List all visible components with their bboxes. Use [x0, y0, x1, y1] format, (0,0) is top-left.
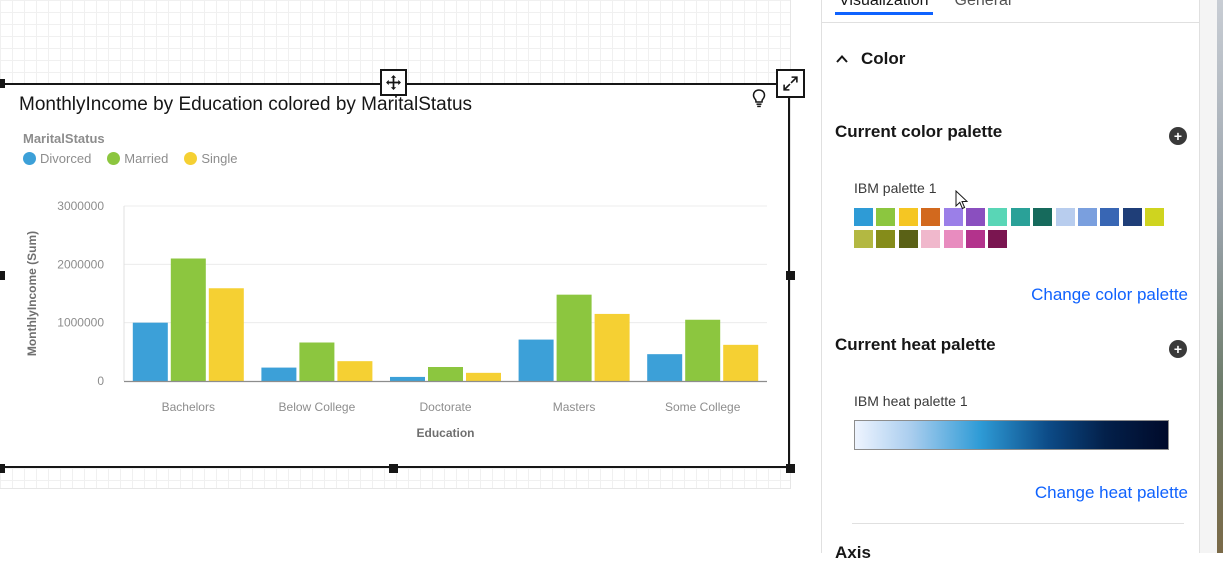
- add-color-palette-button[interactable]: +: [1169, 127, 1187, 145]
- axis-section-header[interactable]: Axis: [835, 543, 871, 563]
- bar-single-masters[interactable]: [594, 313, 630, 381]
- color-section-title: Color: [861, 49, 906, 68]
- legend-swatch-married: [107, 152, 121, 165]
- color-palette-swatches[interactable]: [854, 208, 1174, 248]
- legend-item-divorced[interactable]: Divorced: [23, 151, 91, 166]
- palette-swatch: [921, 230, 941, 248]
- palette-swatch: [1033, 208, 1053, 226]
- palette-swatch: [965, 230, 985, 248]
- legend-label-divorced: Divorced: [40, 151, 92, 166]
- legend-item-single[interactable]: Single: [184, 151, 238, 166]
- bar-single-below-college[interactable]: [337, 361, 373, 381]
- x-axis-title: Education: [416, 426, 474, 440]
- color-palette-name: IBM palette 1: [854, 180, 937, 196]
- legend-swatch-divorced: [23, 152, 36, 165]
- bar-married-bachelors[interactable]: [170, 258, 206, 382]
- insight-bulb-icon[interactable]: [750, 88, 768, 108]
- palette-swatch: [876, 230, 896, 248]
- x-tick-label: Some College: [665, 400, 741, 414]
- change-heat-palette-link[interactable]: Change heat palette: [1035, 483, 1188, 503]
- palette-swatch: [854, 208, 873, 226]
- color-palette-heading: Current color palette: [835, 122, 1003, 141]
- legend-label-married: Married: [124, 151, 169, 166]
- y-tick-label: 2000000: [57, 257, 104, 271]
- bar-single-doctorate[interactable]: [466, 372, 501, 381]
- panel-tabs: Visualization General: [835, 0, 1015, 15]
- legend-swatch-single: [184, 152, 198, 165]
- bar-chart: 0 1000000 2000000 3000000 Bachelors Below Col…: [25, 199, 767, 440]
- bar-married-some-college[interactable]: [685, 319, 721, 381]
- x-tick-label: Below College: [279, 400, 356, 414]
- color-section-header[interactable]: Color: [835, 49, 905, 69]
- bar-single-some-college[interactable]: [723, 344, 759, 381]
- palette-swatch: [1077, 208, 1097, 226]
- y-tick-label: 3000000: [57, 199, 104, 213]
- resize-handle-bottom-right[interactable]: [786, 464, 795, 473]
- tabs-divider: [822, 22, 1200, 23]
- bar-divorced-doctorate[interactable]: [390, 376, 425, 381]
- palette-swatch: [1055, 208, 1075, 226]
- resize-handle-bottom-left[interactable]: [0, 464, 5, 473]
- plus-icon: +: [1173, 128, 1183, 144]
- bar-married-below-college[interactable]: [299, 342, 335, 382]
- x-tick-label: Masters: [553, 400, 596, 414]
- add-heat-palette-button[interactable]: +: [1169, 340, 1187, 358]
- palette-swatch: [965, 208, 985, 226]
- bar-single-bachelors[interactable]: [208, 288, 244, 381]
- expand-icon: [783, 76, 798, 91]
- canvas-below-area: [0, 489, 791, 553]
- palette-swatch: [1122, 208, 1142, 226]
- desktop-background-strip: [1217, 0, 1223, 553]
- x-tick-label: Bachelors: [162, 400, 215, 414]
- palette-swatch: [943, 208, 963, 226]
- bar-divorced-below-college[interactable]: [261, 367, 297, 381]
- bar-divorced-masters[interactable]: [518, 339, 554, 381]
- move-button[interactable]: [380, 69, 407, 96]
- palette-swatch: [1100, 208, 1120, 226]
- y-tick-label: 1000000: [57, 316, 104, 330]
- expand-button[interactable]: [776, 69, 805, 98]
- resize-handle-top-left[interactable]: [0, 79, 5, 88]
- properties-panel: Visualization General Color Current colo…: [821, 0, 1200, 562]
- section-divider: [852, 523, 1184, 524]
- legend-item-married[interactable]: Married: [107, 151, 168, 166]
- resize-handle-bottom-center[interactable]: [389, 464, 398, 473]
- bar-married-masters[interactable]: [556, 294, 592, 381]
- legend-label-single: Single: [201, 151, 238, 166]
- tab-visualization[interactable]: Visualization: [835, 0, 933, 15]
- bar-married-doctorate[interactable]: [428, 367, 463, 381]
- palette-swatch: [988, 230, 1008, 248]
- palette-swatch: [1010, 208, 1030, 226]
- heat-palette-name: IBM heat palette 1: [854, 393, 968, 409]
- bar-divorced-some-college[interactable]: [647, 354, 683, 381]
- palette-swatch: [1145, 208, 1165, 226]
- palette-swatch: [921, 208, 941, 226]
- move-icon: [386, 75, 401, 90]
- chart-title: MonthlyIncome by Education colored by Ma…: [19, 94, 473, 115]
- heat-palette-heading: Current heat palette: [835, 335, 996, 354]
- change-color-palette-link[interactable]: Change color palette: [1031, 285, 1188, 305]
- panel-scrollbar[interactable]: [1199, 0, 1218, 553]
- palette-swatch: [854, 230, 873, 248]
- tab-general[interactable]: General: [951, 0, 1016, 15]
- y-axis-title: MonthlyIncome (Sum): [25, 231, 39, 356]
- chart-legend: Divorced Married Single: [23, 151, 238, 166]
- palette-swatch: [988, 208, 1008, 226]
- heat-palette-gradient[interactable]: [854, 420, 1169, 450]
- mouse-cursor-icon: [955, 190, 969, 210]
- bar-divorced-bachelors[interactable]: [132, 322, 168, 381]
- y-tick-label: 0: [97, 374, 104, 388]
- legend-title: MaritalStatus: [23, 131, 105, 146]
- palette-swatch: [898, 230, 918, 248]
- x-tick-label: Doctorate: [419, 400, 471, 414]
- chevron-up-icon: [836, 55, 848, 63]
- palette-swatch: [943, 230, 963, 248]
- palette-swatch: [876, 208, 896, 226]
- palette-swatch: [898, 208, 918, 226]
- plus-icon: +: [1173, 341, 1183, 357]
